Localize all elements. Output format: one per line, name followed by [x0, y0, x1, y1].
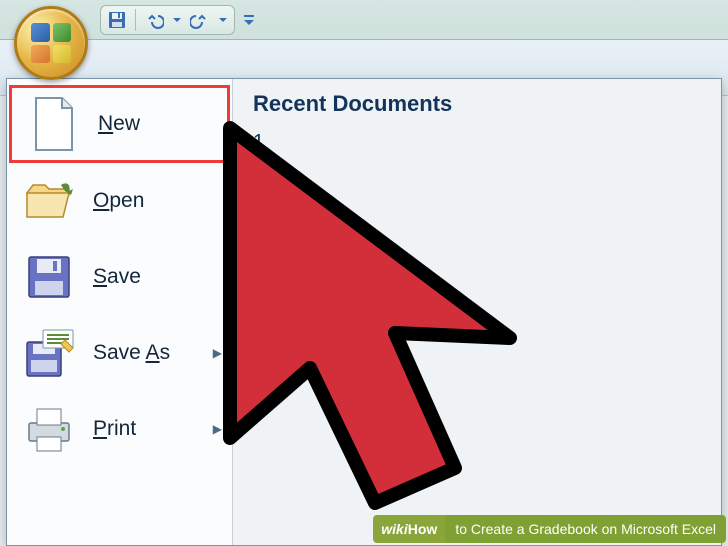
menu-item-label: Save: [93, 265, 141, 289]
submenu-arrow-icon: ▶: [213, 346, 222, 360]
redo-dropdown-icon[interactable]: [218, 10, 228, 30]
qat-separator: [135, 9, 136, 31]
redo-icon[interactable]: [190, 10, 210, 30]
new-document-icon: [28, 98, 80, 150]
wikihow-brand: wikiHow: [373, 515, 445, 543]
save-icon[interactable]: [107, 10, 127, 30]
save-as-icon: [23, 327, 75, 379]
open-folder-icon: [23, 175, 75, 227]
office-button[interactable]: [14, 6, 88, 80]
undo-dropdown-icon[interactable]: [172, 10, 182, 30]
save-disk-icon: [23, 251, 75, 303]
office-logo-icon: [31, 23, 71, 63]
wikihow-caption: wikiHow to Create a Gradebook on Microso…: [373, 514, 726, 544]
menu-item-new[interactable]: New: [9, 85, 230, 163]
menu-item-print[interactable]: Print ▶: [7, 391, 232, 467]
office-menu: New Open Save Save As ▶: [6, 78, 722, 546]
menu-item-open[interactable]: Open: [7, 163, 232, 239]
qat-group: [100, 5, 235, 35]
customize-qat-icon[interactable]: [239, 5, 259, 35]
menu-item-label: Print: [93, 417, 136, 441]
menu-item-save[interactable]: Save: [7, 239, 232, 315]
menu-item-label: New: [98, 112, 140, 136]
print-icon: [23, 403, 75, 455]
recent-documents-title: Recent Documents: [253, 91, 701, 117]
menu-item-label: Open: [93, 189, 144, 213]
menu-item-label: Save As: [93, 341, 170, 365]
recent-document-item[interactable]: 1: [253, 131, 701, 154]
office-menu-left: New Open Save Save As ▶: [7, 79, 233, 545]
wikihow-caption-text: to Create a Gradebook on Microsoft Excel: [445, 515, 726, 543]
undo-icon[interactable]: [144, 10, 164, 30]
quick-access-toolbar: [0, 0, 728, 40]
submenu-arrow-icon: ▶: [213, 422, 222, 436]
office-menu-right: Recent Documents 1: [233, 79, 721, 545]
menu-item-save-as[interactable]: Save As ▶: [7, 315, 232, 391]
